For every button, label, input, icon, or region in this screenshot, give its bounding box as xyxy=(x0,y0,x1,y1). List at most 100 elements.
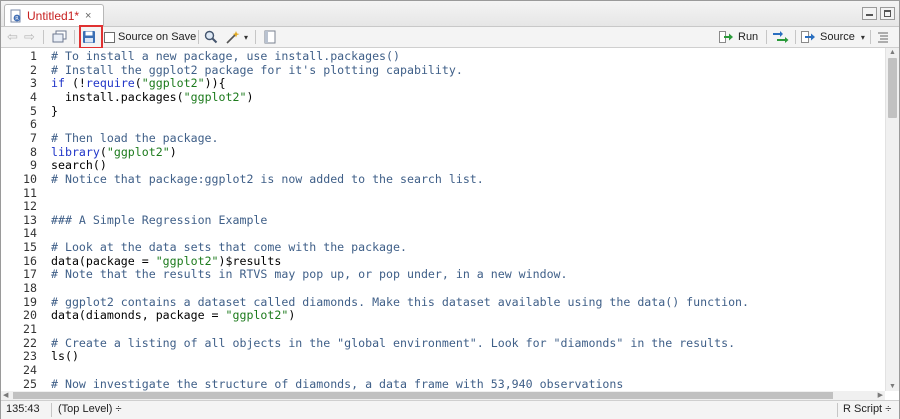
line-number: 3 xyxy=(30,76,37,91)
line-number: 24 xyxy=(23,362,37,377)
run-button[interactable]: Run xyxy=(719,27,758,47)
cursor-position: 135:43 xyxy=(6,403,40,415)
show-in-new-window-button[interactable] xyxy=(52,27,68,47)
code-token: "ggplot2" xyxy=(141,76,205,91)
editor-toolbar: ⇦ ⇨ Source on Save ▾ Run Source ▾ xyxy=(1,25,899,49)
scroll-right-icon[interactable]: ▶ xyxy=(878,391,883,399)
forward-button[interactable]: ⇨ xyxy=(24,27,35,47)
find-replace-button[interactable] xyxy=(204,27,218,47)
code-text: # ggplot2 contains a dataset called diam… xyxy=(51,295,749,310)
code-text: } xyxy=(51,104,58,119)
tab-bar: R Untitled1* × xyxy=(1,1,899,27)
svg-text:R: R xyxy=(15,16,19,22)
code-line[interactable]: 18 xyxy=(1,281,885,296)
scroll-left-icon[interactable]: ◀ xyxy=(3,391,8,399)
code-line[interactable]: 16 data(package = "ggplot2")$results xyxy=(1,253,885,269)
code-line[interactable]: 20 data(diamonds, package = "ggplot2") xyxy=(1,309,885,323)
line-number: 7 xyxy=(30,130,37,145)
file-type-selector[interactable]: R Script ÷ xyxy=(843,403,891,415)
line-number: 22 xyxy=(23,335,37,350)
code-line[interactable]: 2 # Install the ggplot2 package for it's … xyxy=(1,62,885,78)
line-number: 8 xyxy=(30,144,37,159)
code-token: data(diamonds, package = xyxy=(51,308,226,323)
scroll-up-icon[interactable]: ▲ xyxy=(889,49,896,56)
source-button[interactable]: Source ▾ xyxy=(801,27,865,47)
horizontal-scroll-thumb[interactable] xyxy=(13,392,833,399)
source-on-save-checkbox[interactable] xyxy=(104,31,115,43)
code-text: # Create a listing of all objects in the… xyxy=(51,336,735,351)
code-text: # Notice that package:ggplot2 is now add… xyxy=(51,172,484,187)
code-line[interactable]: 21 xyxy=(1,322,885,337)
document-outline-button[interactable] xyxy=(877,27,889,47)
code-text: # Now investigate the structure of diamo… xyxy=(51,376,624,391)
line-number: 12 xyxy=(23,199,37,214)
line-number: 1 xyxy=(30,49,37,63)
code-token: ) xyxy=(169,144,177,159)
code-line[interactable]: 15 # Look at the data sets that come with… xyxy=(1,240,885,255)
rerun-button[interactable] xyxy=(772,27,790,47)
code-tools-button[interactable]: ▾ xyxy=(225,27,248,47)
line-number: 21 xyxy=(23,322,37,336)
scroll-down-icon[interactable]: ▼ xyxy=(889,383,896,390)
code-token: # Now investigate the structure of diamo… xyxy=(51,376,624,391)
code-line[interactable]: 23 ls() xyxy=(1,349,885,364)
vertical-scrollbar[interactable]: ▲ ▼ xyxy=(885,48,899,391)
line-number: 2 xyxy=(30,62,37,77)
back-button[interactable]: ⇦ xyxy=(7,27,18,47)
code-line[interactable]: 24 xyxy=(1,362,885,378)
scope-selector[interactable]: (Top Level) ÷ xyxy=(58,403,122,415)
code-text: # Install the ggplot2 package for it's p… xyxy=(51,62,463,78)
line-number: 6 xyxy=(30,117,37,132)
code-line[interactable]: 4 install.packages("ggplot2") xyxy=(1,89,885,105)
code-token: if xyxy=(51,76,65,91)
code-text: data(package = "ggplot2")$results xyxy=(51,253,282,269)
code-line[interactable]: 11 xyxy=(1,186,885,201)
minimize-pane-button[interactable] xyxy=(862,7,877,20)
code-token: ) xyxy=(246,89,254,104)
code-editor[interactable]: 1 # To install a new package, use install… xyxy=(1,48,885,391)
code-line[interactable]: 6 xyxy=(1,118,885,132)
show-in-window-icon xyxy=(52,30,67,43)
code-token: )){ xyxy=(204,76,226,91)
code-line[interactable]: 1 # To install a new package, use install… xyxy=(1,49,885,64)
code-token: )$results xyxy=(218,253,282,268)
code-line[interactable]: 13 ### A Simple Regression Example xyxy=(1,212,885,228)
code-line[interactable]: 9 search() xyxy=(1,158,885,173)
code-text: ls() xyxy=(51,349,79,364)
code-line[interactable]: 25 # Now investigate the structure of dia… xyxy=(1,376,885,391)
vertical-scroll-thumb[interactable] xyxy=(888,58,897,118)
code-line[interactable]: 3 if (!require("ggplot2")){ xyxy=(1,76,885,91)
code-token: ### A Simple Regression Example xyxy=(51,212,268,227)
code-token: "ggplot2" xyxy=(225,308,289,323)
code-token: "ggplot2" xyxy=(106,144,170,159)
line-number: 23 xyxy=(23,349,37,364)
outline-icon xyxy=(878,32,888,43)
code-line[interactable]: 5} xyxy=(1,104,885,119)
code-line[interactable]: 7 # Then load the package. xyxy=(1,130,885,146)
code-text: # Look at the data sets that come with t… xyxy=(51,240,407,255)
code-line[interactable]: 8 library("ggplot2") xyxy=(1,144,885,160)
save-button[interactable] xyxy=(82,27,96,47)
code-text: data(diamonds, package = "ggplot2") xyxy=(51,309,295,323)
close-tab-icon[interactable]: × xyxy=(85,10,91,22)
line-number: 18 xyxy=(23,281,37,296)
code-token: # Look at the data sets that come with t… xyxy=(51,240,407,255)
code-line[interactable]: 12 xyxy=(1,199,885,214)
code-line[interactable]: 10 # Notice that package:ggplot2 is now a… xyxy=(1,172,885,187)
compile-report-button[interactable] xyxy=(263,27,277,47)
source-on-save-toggle[interactable]: Source on Save xyxy=(104,27,196,47)
maximize-pane-button[interactable] xyxy=(880,7,895,20)
code-text: if (!require("ggplot2")){ xyxy=(51,76,226,91)
code-token: # Install the ggplot2 package for it's p… xyxy=(51,62,463,77)
scope-caret-icon: ÷ xyxy=(115,403,122,415)
save-icon xyxy=(83,31,95,43)
code-line[interactable]: 22 # Create a listing of all objects in t… xyxy=(1,335,885,351)
code-token: library xyxy=(51,144,100,159)
code-line[interactable]: 17 # Note that the results in RTVS may po… xyxy=(1,268,885,282)
tab-untitled1[interactable]: R Untitled1* × xyxy=(4,4,104,26)
code-line[interactable]: 14 xyxy=(1,227,885,241)
horizontal-scrollbar[interactable]: ◀ ▶ xyxy=(1,391,885,400)
code-line[interactable]: 19 # ggplot2 contains a dataset called di… xyxy=(1,295,885,310)
code-token: ls() xyxy=(51,349,79,364)
code-text: ### A Simple Regression Example xyxy=(51,212,268,228)
